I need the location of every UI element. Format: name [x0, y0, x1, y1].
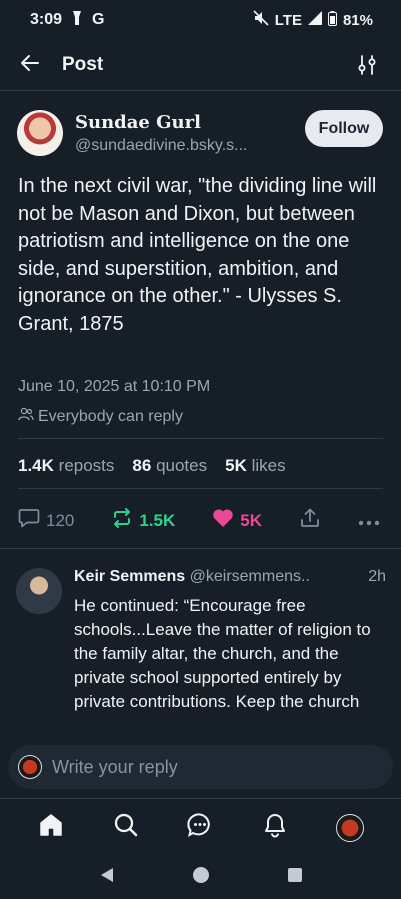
reply-permission-label: Everybody can reply	[38, 407, 183, 425]
quotes-stat[interactable]: 86 quotes	[132, 456, 207, 476]
status-bar: 3:09 G LTE 81%	[0, 0, 401, 40]
repost-count: 1.5K	[139, 510, 176, 530]
reply-text: He continued: “Encourage free schools...…	[74, 596, 371, 711]
share-icon[interactable]	[299, 508, 321, 533]
avatar[interactable]	[17, 110, 63, 156]
back-arrow-icon[interactable]	[18, 51, 42, 80]
quotes-count: 86	[132, 456, 152, 475]
back-triangle-icon[interactable]	[98, 866, 116, 889]
reply-button[interactable]: 120	[18, 508, 74, 533]
author-name[interactable]: Sundae Gurl	[75, 112, 201, 133]
people-icon	[18, 407, 34, 426]
like-button[interactable]: 5K	[212, 508, 262, 533]
composer-avatar	[18, 755, 42, 779]
tab-chat[interactable]	[180, 808, 220, 848]
reposts-count: 1.4K	[18, 456, 54, 475]
reply-permission[interactable]: Everybody can reply	[18, 407, 183, 426]
post-author: Sundae Gurl @sundaedivine.bsky.s... Foll…	[17, 110, 387, 162]
reply-input-placeholder[interactable]: Write your reply	[52, 757, 178, 778]
tab-home[interactable]	[31, 808, 71, 848]
system-navigation-bar	[0, 856, 401, 899]
post-stats: 1.4K reposts 86 quotes 5K likes	[18, 456, 286, 476]
profile-avatar	[335, 813, 364, 842]
mute-icon	[253, 10, 269, 30]
post-timestamp: June 10, 2025 at 10:10 PM	[18, 378, 211, 395]
google-icon: G	[92, 11, 105, 28]
actions-divider	[0, 548, 401, 549]
tab-profile[interactable]	[330, 808, 370, 848]
filter-icon[interactable]	[357, 54, 377, 81]
post-actions: 120 1.5K 5K	[18, 508, 380, 533]
reply-header: Keir Semmens @keirsemmens.. 2h	[74, 568, 386, 586]
battery-percent: 81%	[342, 11, 373, 29]
chat-icon	[187, 812, 213, 843]
tab-notifications[interactable]	[255, 808, 295, 848]
network-label: LTE	[274, 11, 302, 29]
header-divider	[0, 90, 401, 91]
page-title: Post	[62, 54, 104, 75]
reply-icon	[18, 508, 40, 533]
author-handle[interactable]: @sundaedivine.bsky.s...	[75, 137, 295, 155]
reply-composer[interactable]: Write your reply	[8, 745, 393, 789]
likes-count: 5K	[225, 456, 247, 475]
flashlight-icon	[70, 10, 84, 31]
status-time: 3:09	[30, 11, 63, 28]
follow-button[interactable]: Follow	[305, 110, 383, 147]
reply-author-handle: @keirsemmens..	[189, 568, 310, 585]
quotes-label: quotes	[156, 456, 208, 475]
heart-icon	[212, 508, 234, 533]
reply-count: 120	[46, 510, 75, 530]
likes-stat[interactable]: 5K likes	[225, 456, 285, 476]
reply-avatar[interactable]	[16, 568, 62, 614]
stats-bottom-divider	[18, 488, 383, 489]
more-options-icon[interactable]	[358, 511, 380, 531]
bottom-tab-bar	[0, 798, 401, 856]
likes-label: likes	[251, 456, 286, 475]
stats-top-divider	[18, 438, 383, 439]
search-icon	[113, 812, 139, 843]
signal-icon	[307, 11, 322, 29]
bell-icon	[262, 812, 288, 843]
recents-square-icon[interactable]	[287, 867, 303, 888]
battery-icon	[327, 10, 337, 30]
reposts-label: reposts	[58, 456, 115, 475]
like-count: 5K	[240, 510, 262, 530]
reply-author-name[interactable]: Keir Semmens	[74, 568, 185, 585]
post-header: Post	[0, 40, 401, 90]
tab-search[interactable]	[106, 808, 146, 848]
repost-icon	[111, 508, 133, 533]
reposts-stat[interactable]: 1.4K reposts	[18, 456, 114, 476]
home-circle-icon[interactable]	[192, 866, 210, 889]
home-icon	[38, 812, 64, 843]
reply-time: 2h	[368, 568, 386, 585]
repost-button[interactable]: 1.5K	[111, 508, 175, 533]
post-text: In the next civil war, "the dividing lin…	[18, 175, 377, 335]
